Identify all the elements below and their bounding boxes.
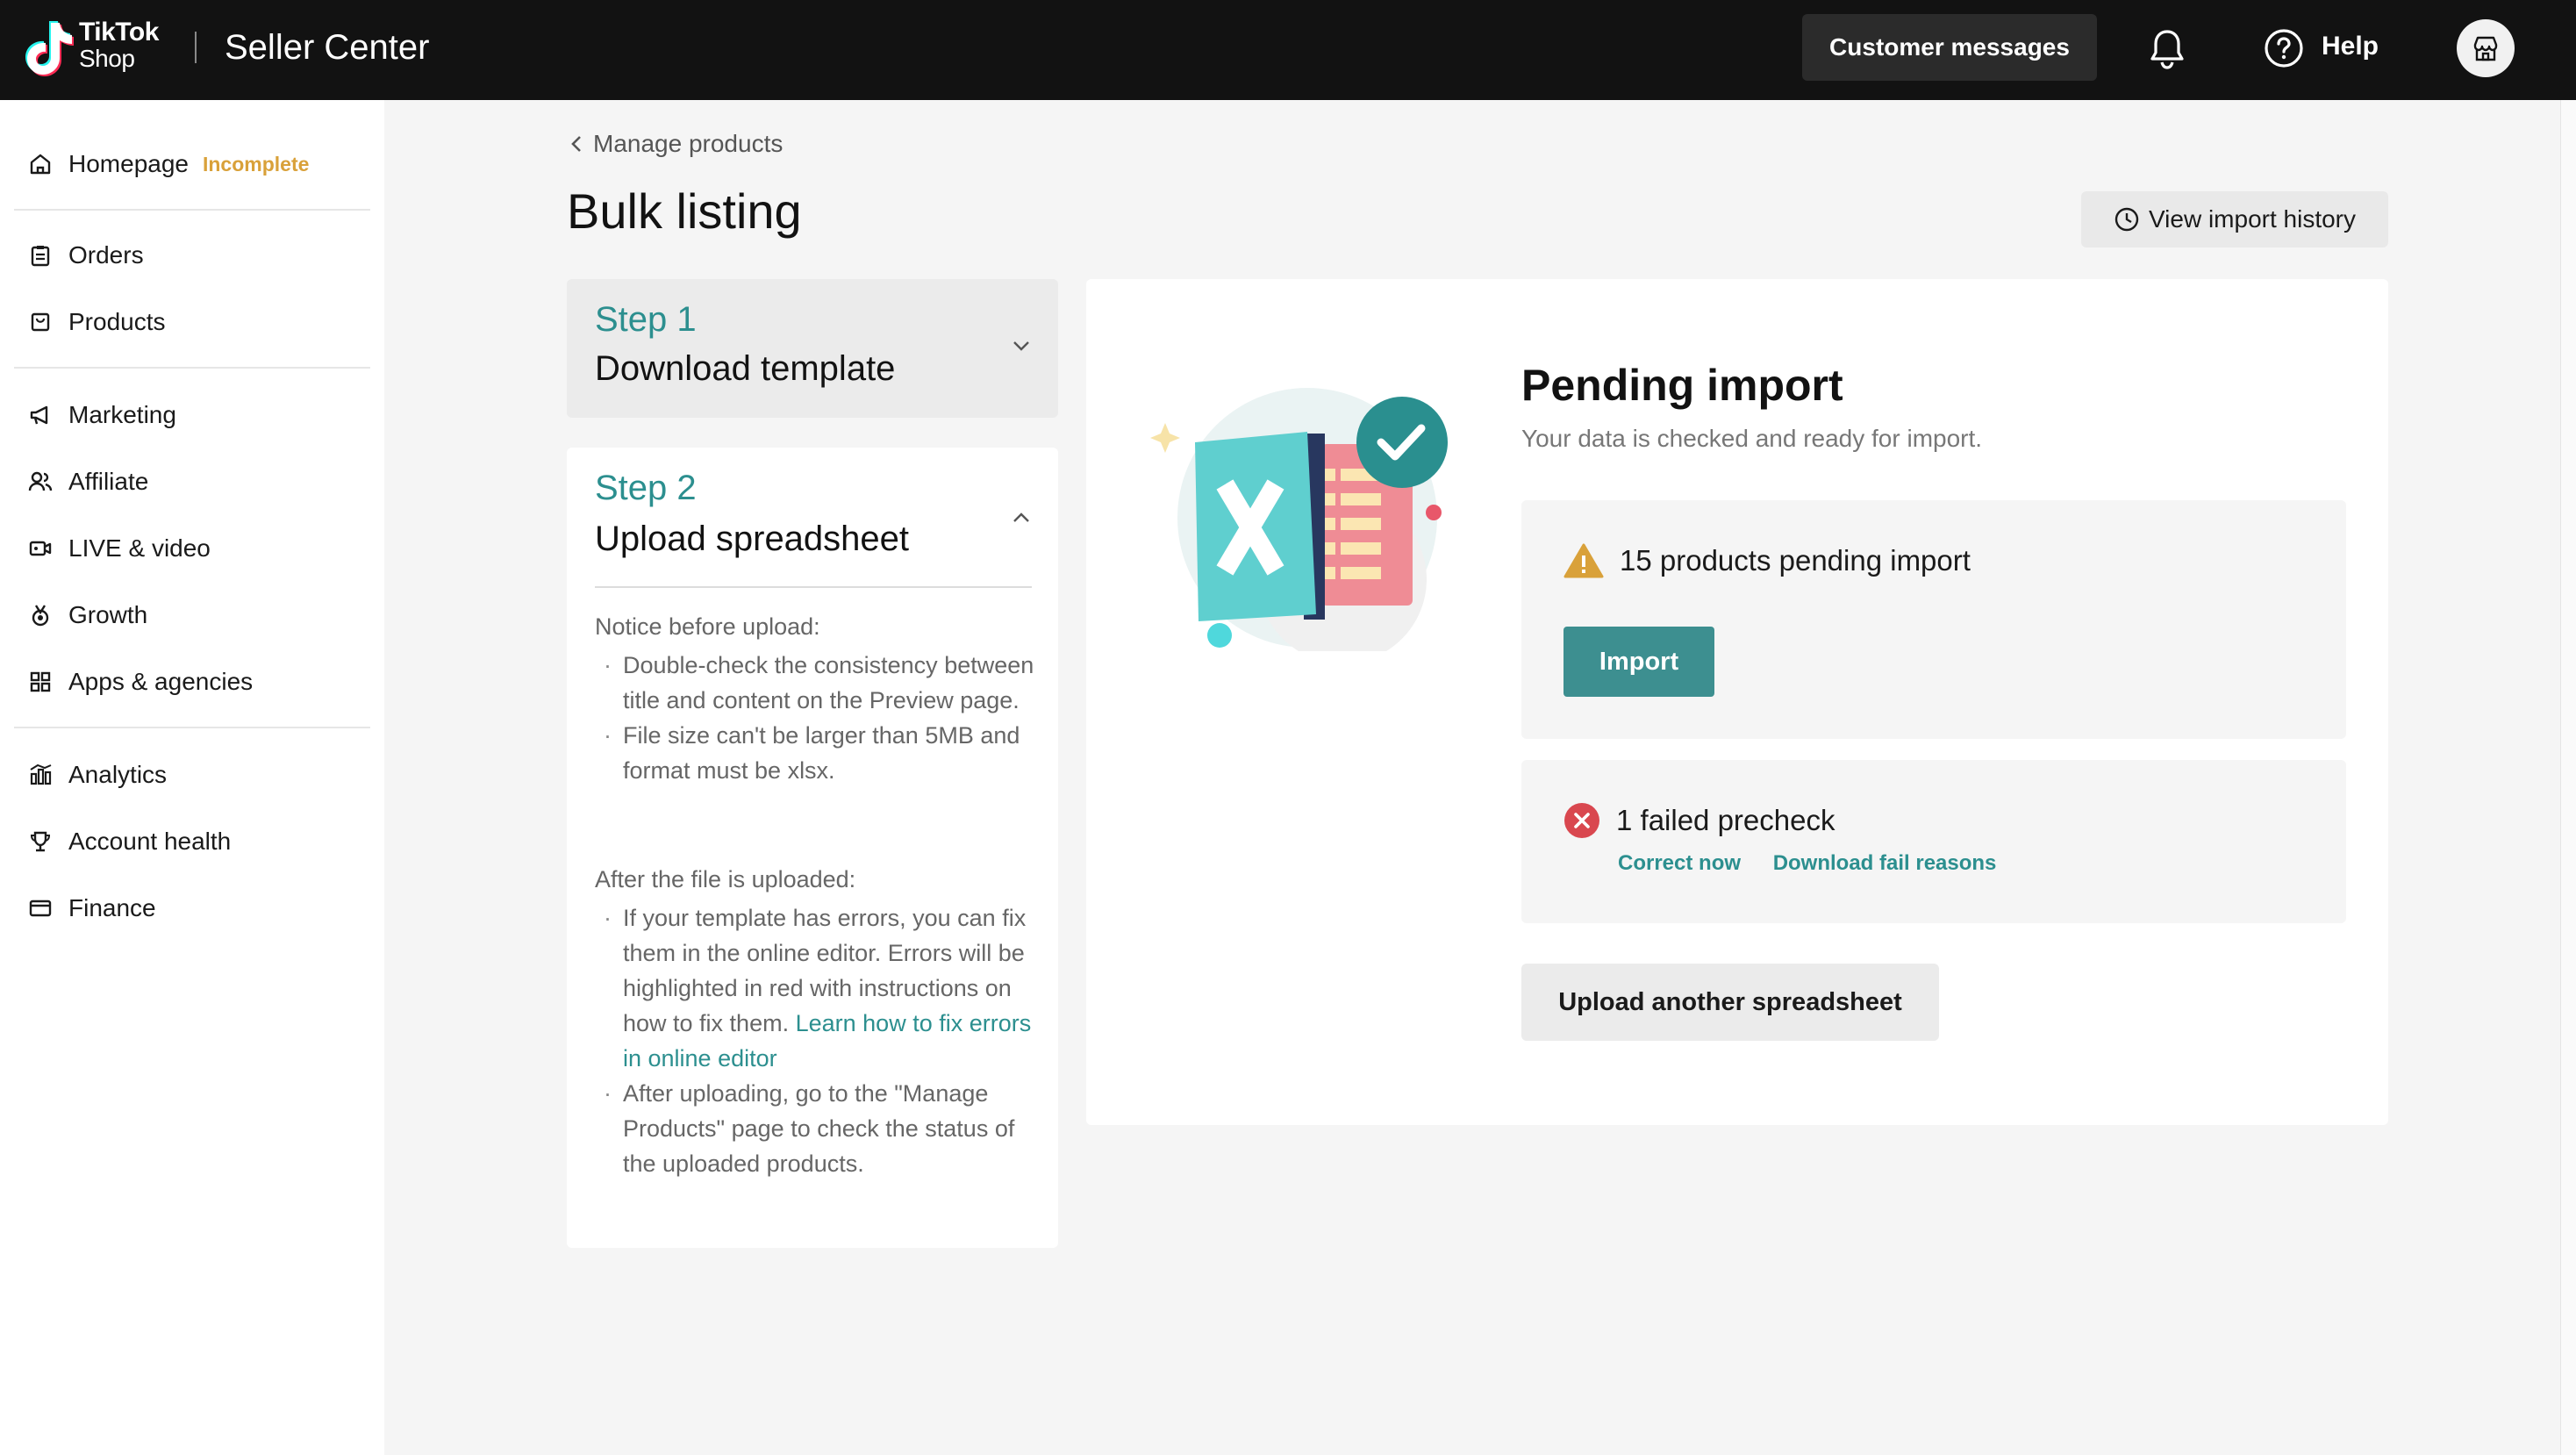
people-icon [26,468,54,496]
store-avatar[interactable] [2457,19,2515,77]
bell-icon[interactable] [2148,28,2186,70]
notice-item: Double-check the consistency between tit… [595,648,1042,718]
pending-products-text: 15 products pending import [1620,544,1971,577]
sidebar-item-account-health[interactable]: Account health [26,820,231,864]
step2-divider [595,586,1032,588]
sidebar-item-label: Marketing [68,401,176,428]
sidebar-item-products[interactable]: Products [26,300,166,344]
megaphone-icon [26,401,54,429]
top-bar: TikTok Shop Seller Center Customer messa… [0,0,2576,100]
sidebar-item-label: Analytics [68,761,168,788]
after-upload-item: After uploading, go to the "Manage Produ… [595,1076,1042,1181]
box-icon [26,308,54,336]
sidebar-divider [14,209,370,211]
sidebar-item-live-video[interactable]: LIVE & video [26,527,211,570]
download-fail-reasons-link[interactable]: Download fail reasons [1773,851,1997,875]
sidebar-item-label: Products [68,308,166,335]
after-upload-heading: After the file is uploaded: [595,866,856,892]
header-divider [195,32,197,63]
sidebar-item-label: Account health [68,828,232,855]
sidebar-item-analytics[interactable]: Analytics [26,753,167,797]
sidebar-item-label: Growth [68,601,148,628]
sidebar: Homepage Incomplete Orders Products Mark… [0,100,384,1455]
spreadsheet-illustration [1150,388,1448,651]
failed-precheck-text: 1 failed precheck [1616,804,1835,836]
sidebar-item-orders[interactable]: Orders [26,233,144,277]
apps-icon [26,668,54,696]
sidebar-item-label: Affiliate [68,468,149,495]
step2-title: Upload spreadsheet [595,520,910,558]
step1-title: Download template [595,349,896,388]
failed-precheck-links: Correct now Download fail reasons [1618,851,2022,876]
customer-messages-button[interactable]: Customer messages [1802,14,2097,81]
step1-card[interactable]: Step 1 Download template [567,279,1058,418]
warning-icon [1563,543,1604,578]
app-name: Seller Center [225,28,430,67]
home-icon [26,150,54,178]
sidebar-item-label: Apps & agencies [68,668,254,695]
step2-number: Step 2 [595,469,697,507]
page-title: Bulk listing [567,183,802,239]
logo-line-shop: Shop [79,45,135,72]
trophy-icon [26,828,54,856]
clipboard-icon [26,241,54,269]
notice-heading: Notice before upload: [595,613,820,640]
sidebar-item-finance[interactable]: Finance [26,886,156,930]
incomplete-badge: Incomplete [202,152,310,176]
pending-products-box: 15 products pending import Import [1521,500,2346,739]
sidebar-item-affiliate[interactable]: Affiliate [26,460,148,504]
breadcrumb-manage-products[interactable]: Manage products [593,130,783,158]
chevron-up-icon[interactable] [1011,511,1032,525]
after-upload-list: If your template has errors, you can fix… [595,900,1042,1181]
pending-import-panel: Pending import Your data is checked and … [1086,279,2388,1125]
pending-import-title: Pending import [1521,361,1843,410]
pending-products-line: 15 products pending import [1563,542,1971,579]
import-button[interactable]: Import [1563,627,1714,697]
chart-icon [26,761,54,789]
video-icon [26,534,54,563]
upload-another-spreadsheet-button[interactable]: Upload another spreadsheet [1521,964,1939,1041]
store-icon [2473,36,2498,61]
medal-icon [26,601,54,629]
sidebar-divider [14,727,370,728]
sidebar-item-label: Orders [68,241,144,269]
tiktok-logo-icon [25,21,74,76]
sidebar-item-label: LIVE & video [68,534,211,562]
clock-icon [2114,207,2139,232]
logo-line-tiktok: TikTok [79,18,159,47]
correct-now-link[interactable]: Correct now [1618,851,1741,875]
page-scrollbar[interactable] [2560,100,2576,1455]
error-icon [1564,803,1599,838]
notice-list: Double-check the consistency between tit… [595,648,1042,788]
sidebar-item-marketing[interactable]: Marketing [26,393,176,437]
failed-precheck-line: 1 failed precheck [1563,802,1835,839]
breadcrumb[interactable]: Manage products [570,130,783,158]
step2-card: Step 2 Upload spreadsheet Notice before … [567,448,1058,1248]
after-upload-item: If your template has errors, you can fix… [595,900,1042,1076]
sidebar-item-label: Finance [68,894,156,921]
sidebar-divider [14,367,370,369]
sidebar-item-label: Homepage [68,150,189,177]
notice-item: File size can't be larger than 5MB and f… [595,718,1042,788]
card-icon [26,894,54,922]
pending-import-subtitle: Your data is checked and ready for impor… [1521,425,1983,452]
view-import-history-label: View import history [2148,205,2356,233]
help-link[interactable]: Help [2322,32,2379,61]
sidebar-item-apps-agencies[interactable]: Apps & agencies [26,660,253,704]
view-import-history-button[interactable]: View import history [2081,191,2388,247]
sidebar-item-growth[interactable]: Growth [26,593,147,637]
help-icon[interactable] [2264,28,2304,68]
sidebar-item-homepage[interactable]: Homepage Incomplete [26,142,309,186]
logo-wordmark: TikTok Shop [79,19,159,72]
failed-precheck-box: 1 failed precheck Correct now Download f… [1521,760,2346,923]
step1-number: Step 1 [595,300,697,339]
chevron-left-icon [571,136,581,152]
tiktok-shop-logo[interactable]: TikTok Shop [25,18,174,79]
chevron-down-icon[interactable] [1011,339,1032,353]
